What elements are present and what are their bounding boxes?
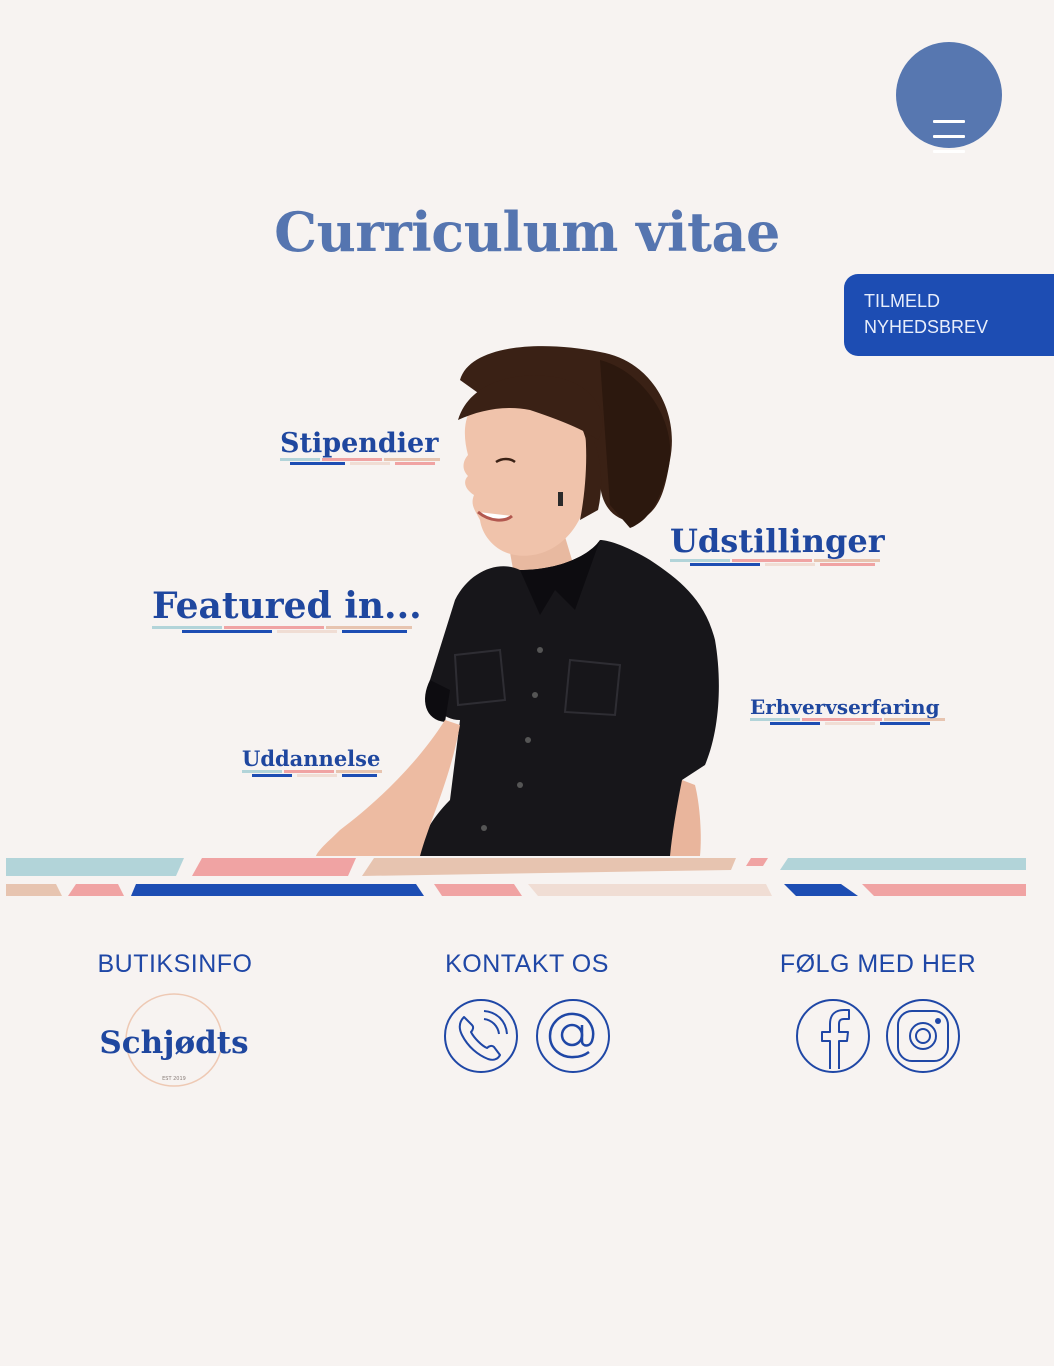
- facebook-icon[interactable]: [794, 997, 872, 1075]
- udstillinger-link[interactable]: Udstillinger: [670, 522, 885, 568]
- newsletter-signup-button[interactable]: TILMELD NYHEDSBREV: [844, 274, 1054, 356]
- instagram-icon[interactable]: [884, 997, 962, 1075]
- logo-subtext: EST 2019: [162, 1076, 186, 1082]
- newsletter-label-line1: TILMELD: [864, 291, 941, 311]
- uddannelse-link[interactable]: Uddannelse: [242, 746, 382, 779]
- erhvervserfaring-label: Erhvervserfaring: [750, 695, 940, 719]
- stipendier-label: Stipendier: [280, 428, 439, 459]
- newsletter-label-line2: NYHEDSBREV: [864, 317, 989, 337]
- phone-icon[interactable]: [442, 997, 520, 1075]
- decorative-stripes: [6, 858, 1026, 896]
- kontakt-title: KONTAKT OS: [445, 950, 609, 978]
- featured-in-label: Featured in...: [152, 585, 422, 627]
- udstillinger-label: Udstillinger: [670, 522, 885, 560]
- footer-folg: FØLG MED HER: [763, 950, 993, 979]
- uddannelse-label: Uddannelse: [242, 746, 381, 771]
- folg-title: FØLG MED HER: [779, 950, 977, 978]
- menu-button[interactable]: [896, 42, 1002, 153]
- erhvervserfaring-link[interactable]: Erhvervserfaring: [750, 695, 945, 727]
- footer-butiksinfo: BUTIKSINFO: [60, 950, 290, 979]
- footer-kontakt: KONTAKT OS: [412, 950, 642, 979]
- hamburger-bar: [933, 135, 965, 138]
- butiksinfo-title: BUTIKSINFO: [97, 950, 253, 978]
- hamburger-bar: [933, 150, 965, 153]
- schjodts-logo[interactable]: Schjødts EST 2019: [92, 992, 258, 1092]
- page-title: Curriculum vitae: [274, 200, 780, 264]
- stipendier-link[interactable]: Stipendier: [280, 428, 440, 467]
- hamburger-menu-icon: [933, 120, 965, 123]
- at-sign-icon[interactable]: [534, 997, 612, 1075]
- logo-text: Schjødts: [99, 1025, 248, 1061]
- featured-in-link[interactable]: Featured in...: [152, 585, 422, 635]
